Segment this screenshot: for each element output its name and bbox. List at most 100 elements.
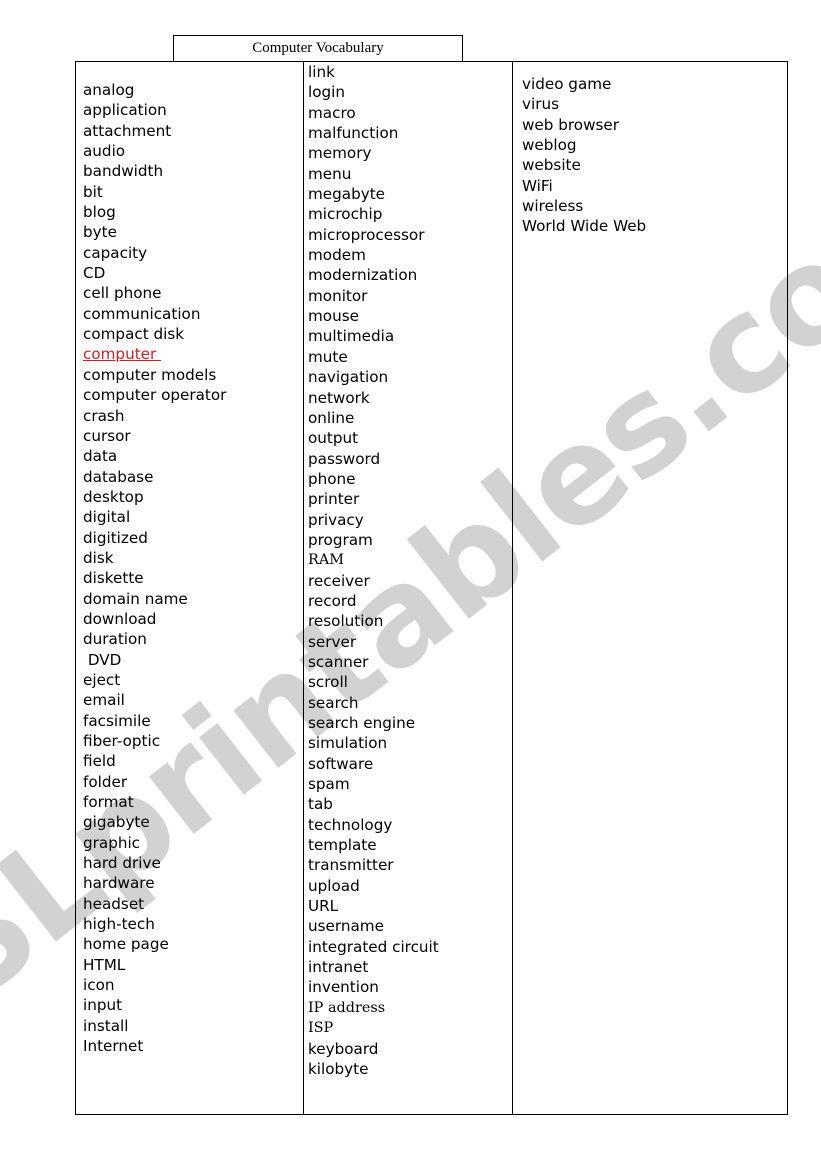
vocabulary-word: install: [83, 1016, 129, 1035]
vocabulary-word: graphic: [83, 833, 141, 852]
vocabulary-word: kilobyte: [308, 1059, 369, 1078]
vocabulary-word: mute: [308, 347, 348, 366]
vocabulary-word: spam: [308, 775, 350, 794]
vocabulary-word: keyboard: [308, 1039, 379, 1058]
vocabulary-word: WiFi: [522, 176, 553, 195]
vocabulary-word: resolution: [308, 612, 384, 631]
vocabulary-word: privacy: [308, 510, 364, 529]
vocabulary-word: folder: [83, 772, 128, 791]
vocabulary-word: simulation: [308, 734, 388, 753]
vocabulary-word: IP address: [308, 999, 386, 1016]
vocabulary-word: upload: [308, 876, 360, 895]
word-list-3: video game virus web browser weblog website W…: [522, 74, 787, 237]
vocabulary-word: field: [83, 752, 116, 771]
vocabulary-word: World Wide Web: [522, 217, 647, 236]
page-title: Computer Vocabulary: [252, 40, 384, 56]
vocabulary-word: diskette: [83, 569, 144, 588]
vocabulary-word: weblog: [522, 136, 577, 155]
vocabulary-word: template: [308, 836, 377, 855]
vocabulary-word: microchip: [308, 205, 383, 224]
vocabulary-word: megabyte: [308, 185, 386, 204]
vocabulary-word: transmitter: [308, 856, 394, 875]
vocabulary-word: icon: [83, 976, 115, 995]
vocabulary-word: program: [308, 530, 373, 549]
vocabulary-word: modernization: [308, 266, 418, 285]
vocabulary-word: wireless: [522, 197, 584, 216]
vocabulary-word: DVD: [83, 650, 122, 669]
vocabulary-word: eject: [83, 670, 121, 689]
vocabulary-table: analog application attachment audio bandwidt…: [75, 61, 788, 1115]
vocabulary-word: headset: [83, 894, 145, 913]
word-list-1: analog application attachment audio bandwidt…: [83, 80, 303, 1057]
vocabulary-word: receiver: [308, 571, 370, 590]
vocabulary-word: mouse: [308, 307, 359, 326]
vocabulary-word: high-tech: [83, 915, 155, 934]
vocabulary-word: crash: [83, 406, 125, 425]
vocabulary-word: menu: [308, 164, 352, 183]
vocabulary-word: communication: [83, 304, 201, 323]
vocabulary-word: website: [522, 156, 581, 175]
vocabulary-word: video game: [522, 75, 612, 93]
vocabulary-word: domain name: [83, 589, 188, 608]
vocabulary-word: capacity: [83, 243, 148, 262]
vocabulary-word: compact disk: [83, 325, 185, 344]
vocabulary-word: URL: [308, 897, 339, 916]
vocabulary-word: download: [83, 609, 157, 628]
vocabulary-word: hardware: [83, 874, 155, 893]
vocabulary-word: username: [308, 917, 384, 936]
vocabulary-word: password: [308, 449, 381, 468]
vocabulary-word: application: [83, 101, 167, 120]
vocabulary-word: navigation: [308, 368, 389, 387]
vocabulary-word: output: [308, 429, 359, 448]
vocabulary-word: online: [308, 408, 355, 427]
vocabulary-word: intranet: [308, 958, 369, 977]
vocabulary-word: hard drive: [83, 854, 161, 873]
vocabulary-word: scroll: [308, 673, 348, 692]
vocabulary-word: login: [308, 83, 345, 102]
vocabulary-word: fiber-optic: [83, 732, 161, 750]
vocabulary-column-3: video game virus web browser weblog website W…: [513, 62, 787, 1114]
word-list-2: link login macro malfunction memory menu megab…: [308, 62, 512, 1079]
vocabulary-word: data: [83, 447, 118, 466]
vocabulary-word: link: [308, 63, 335, 81]
vocabulary-word: blog: [83, 203, 116, 222]
vocabulary-word: malfunction: [308, 124, 399, 143]
vocabulary-word: database: [83, 467, 154, 486]
vocabulary-word: cursor: [83, 426, 131, 445]
vocabulary-word: attachment: [83, 121, 172, 140]
vocabulary-word: virus: [522, 95, 559, 114]
vocabulary-word: tab: [308, 795, 333, 814]
vocabulary-word: search engine: [308, 714, 416, 732]
vocabulary-word: server: [308, 632, 357, 651]
vocabulary-word: integrated circuit: [308, 937, 439, 956]
vocabulary-word: monitor: [308, 286, 368, 305]
vocabulary-word: macro: [308, 103, 356, 122]
vocabulary-word: bandwidth: [83, 162, 164, 181]
vocabulary-word: web browser: [522, 115, 619, 134]
vocabulary-word: input: [83, 996, 123, 1015]
vocabulary-column-1: analog application attachment audio bandwidt…: [76, 62, 304, 1114]
vocabulary-word: phone: [308, 469, 356, 488]
vocabulary-word: duration: [83, 630, 147, 649]
vocabulary-word: gigabyte: [83, 813, 150, 832]
vocabulary-word: modem: [308, 246, 366, 265]
worksheet-title-box: Computer Vocabulary: [173, 35, 463, 62]
vocabulary-word: desktop: [83, 487, 144, 506]
vocabulary-word: search: [308, 693, 359, 712]
vocabulary-word: computer operator: [83, 386, 227, 405]
vocabulary-word: digitized: [83, 528, 148, 547]
vocabulary-word: format: [83, 793, 134, 812]
vocabulary-word: software: [308, 754, 374, 773]
vocabulary-word: cell phone: [83, 284, 162, 303]
vocabulary-word: disk: [83, 548, 114, 567]
vocabulary-word: analog: [83, 81, 135, 99]
vocabulary-word: bit: [83, 182, 103, 201]
vocabulary-word: network: [308, 388, 370, 407]
vocabulary-word: invention: [308, 978, 379, 997]
vocabulary-word: Internet: [83, 1037, 144, 1056]
vocabulary-word: memory: [308, 144, 372, 163]
vocabulary-word: CD: [83, 264, 106, 283]
vocabulary-word-link[interactable]: computer: [83, 344, 303, 364]
vocabulary-word: home page: [83, 935, 169, 954]
vocabulary-word: record: [308, 591, 357, 610]
